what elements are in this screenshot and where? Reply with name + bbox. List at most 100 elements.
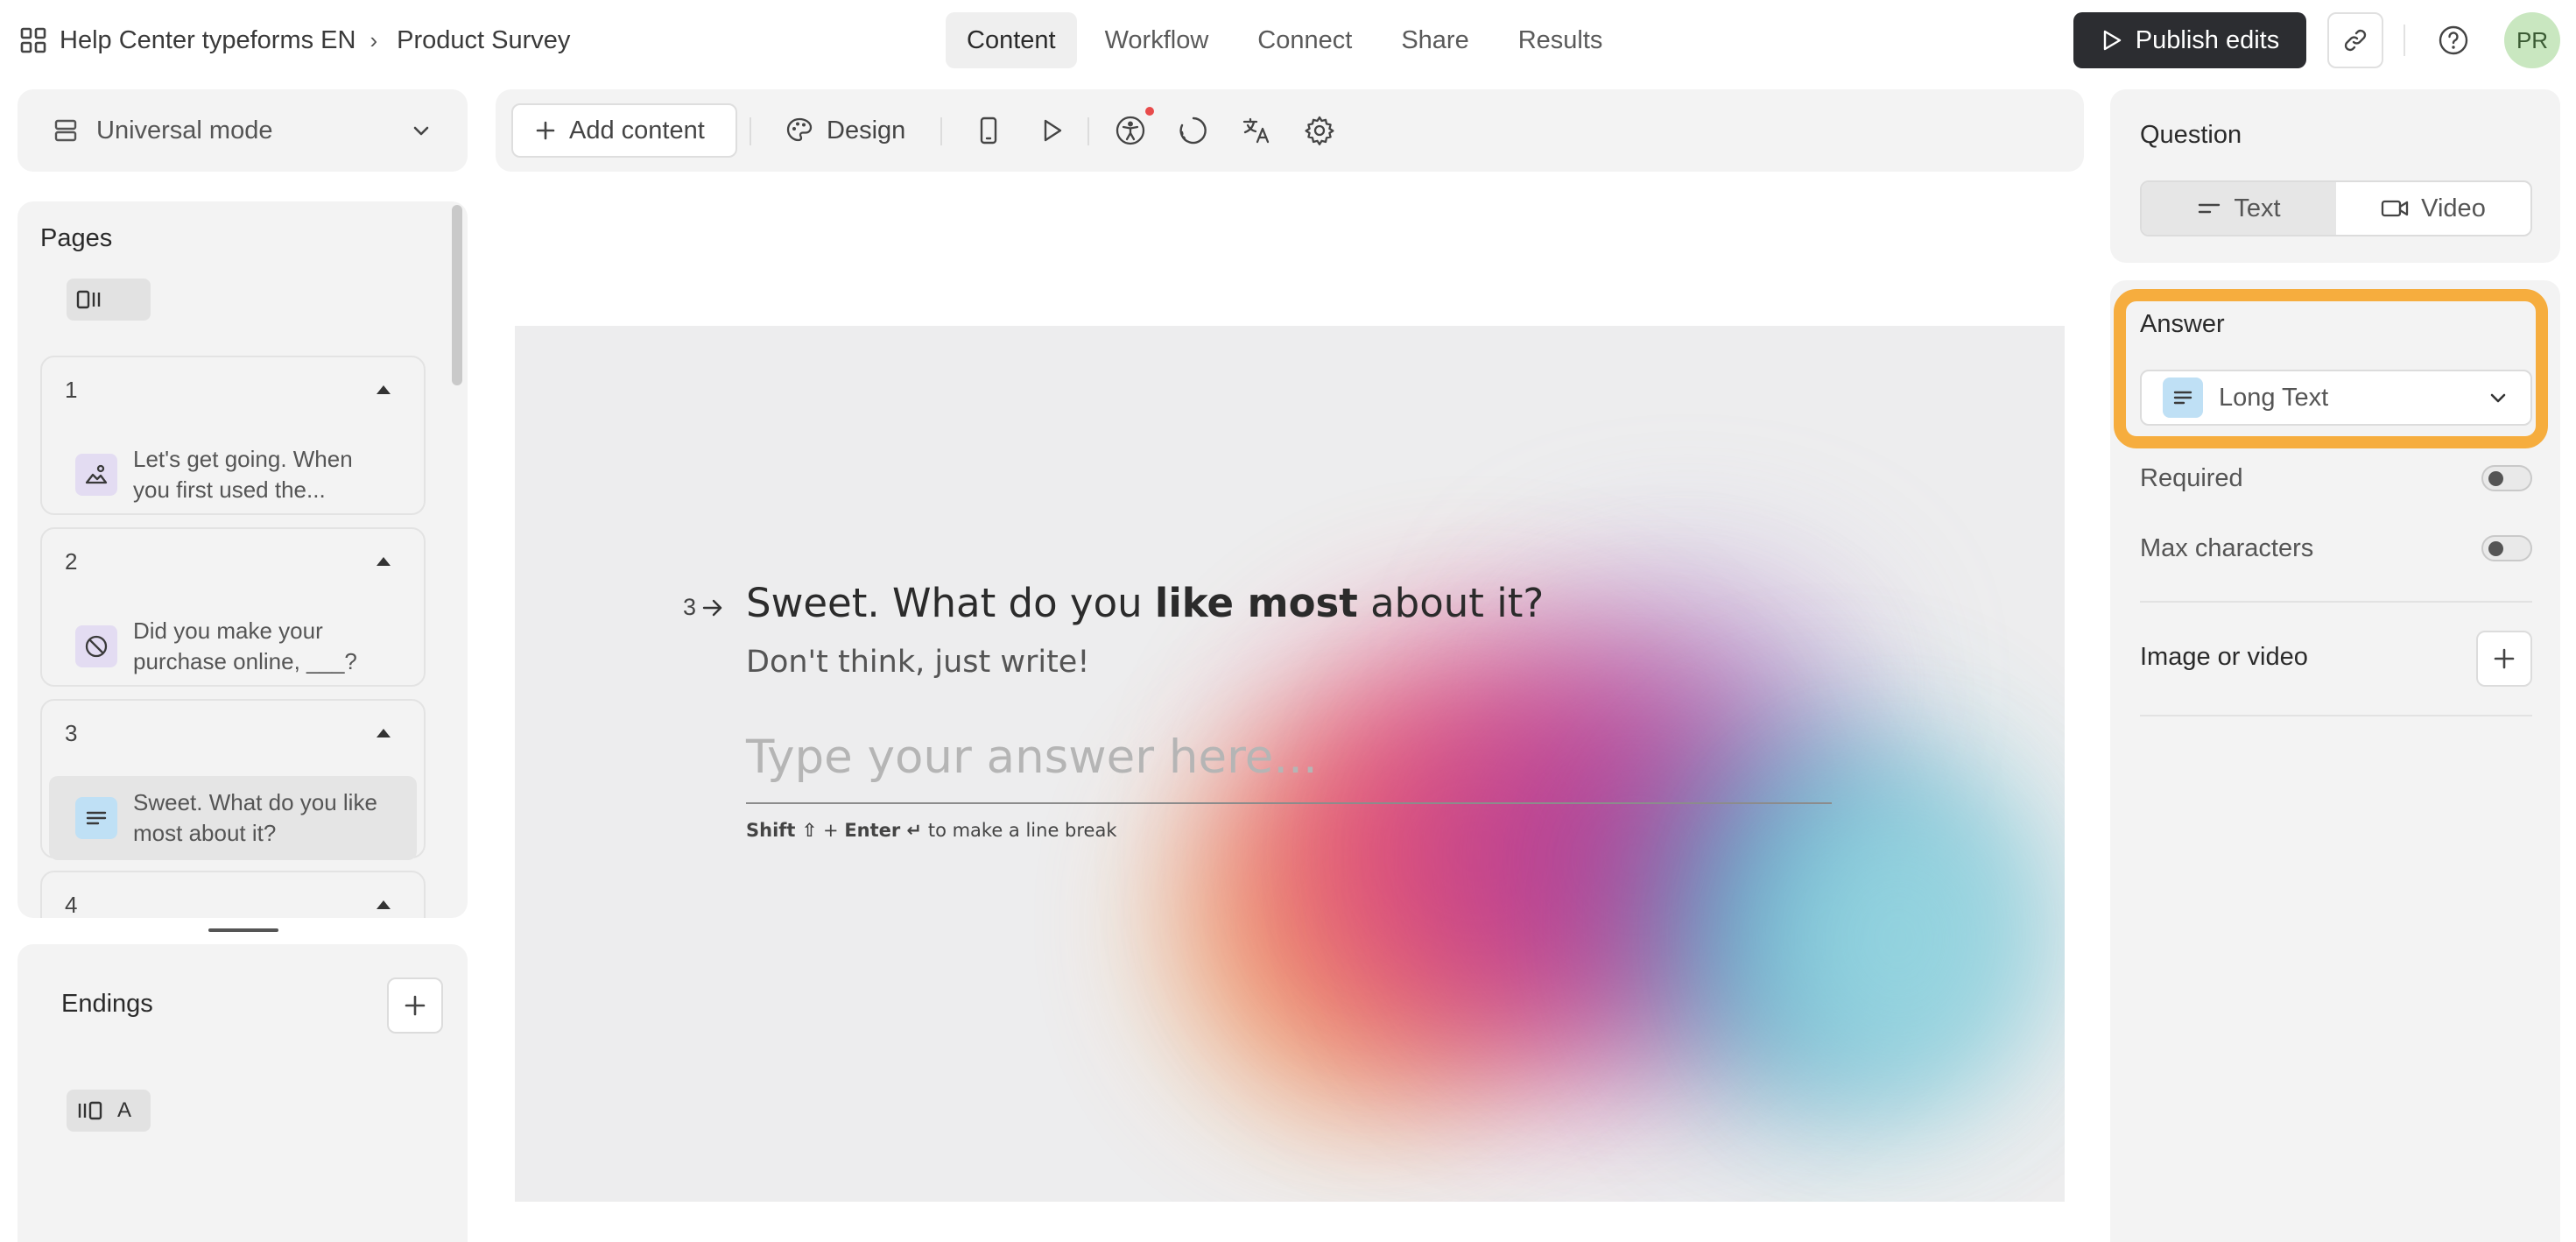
no-entry-icon [75,625,117,667]
text-lines-icon [2197,200,2221,217]
answer-type-select[interactable]: Long Text [2140,370,2532,426]
add-ending-button[interactable] [387,977,443,1034]
settings-icon[interactable] [1303,114,1336,147]
video-option[interactable]: Video [2336,182,2530,235]
tab-content[interactable]: Content [946,12,1077,68]
divider [2404,25,2405,56]
video-icon [2381,198,2409,219]
mobile-preview-icon[interactable] [972,114,1005,147]
add-media-button[interactable] [2476,631,2532,687]
question-description[interactable]: Don't think, just write! [746,645,1089,680]
scrollbar[interactable] [452,205,462,385]
question-item[interactable]: Sweet. What do you like most about it? [49,776,417,860]
layout-icon [53,117,79,144]
divider [750,117,751,145]
plus-icon [534,119,557,142]
help-icon [2438,25,2469,56]
copy-link-button[interactable] [2327,12,2383,68]
tab-connect[interactable]: Connect [1236,12,1373,68]
page-card[interactable]: 2 Did you make your purchase online, ___… [40,527,426,687]
endings-view-toggle[interactable]: A [67,1090,151,1132]
plus-icon [403,993,427,1018]
top-bar: Help Center typeforms EN › Product Surve… [0,0,2576,81]
palette-icon [785,116,814,145]
pages-title: Pages [40,224,113,252]
collapse-caret-icon[interactable] [377,557,391,566]
breadcrumb: Help Center typeforms EN › Product Surve… [19,21,570,60]
question-text: Sweet. What do you like most about it? [133,789,377,846]
ending-label: A [117,1098,132,1122]
gradient-blob [1758,781,2038,1097]
plus-icon [2492,646,2516,671]
answer-textarea[interactable]: Type your answer here... [746,730,1832,804]
toggle-knob [2488,541,2503,556]
divider [2140,715,2532,716]
add-content-label: Add content [569,116,705,145]
help-button[interactable] [2436,23,2471,58]
tab-share[interactable]: Share [1380,12,1489,68]
endings-panel: Endings A [18,944,468,1242]
mode-selector[interactable]: Universal mode [18,89,468,172]
link-icon [2342,27,2368,53]
mode-label: Universal mode [96,116,273,145]
tab-results[interactable]: Results [1497,12,1624,68]
divider [1087,117,1089,145]
arrow-right-icon [701,598,724,617]
divider [2140,601,2532,603]
pages-panel: Pages 1 Let's get going. When you first … [18,201,468,918]
endings-title: Endings [61,990,153,1018]
avatar[interactable]: PR [2504,12,2560,68]
design-button[interactable]: Design [785,103,905,158]
pages-view-toggle[interactable] [67,279,151,321]
tab-workflow[interactable]: Workflow [1084,12,1230,68]
question-item[interactable]: Let's get going. When you first used the… [49,433,417,517]
panel-resize-handle[interactable] [208,928,278,932]
translate-icon[interactable] [1240,114,1273,147]
max-characters-toggle[interactable] [2481,535,2532,561]
page-card[interactable]: 1 Let's get going. When you first used t… [40,356,426,515]
question-label: Question [2140,121,2242,149]
main-tabs: Content Workflow Connect Share Results [946,12,1623,68]
columns-icon [75,287,105,312]
play-icon[interactable] [1035,114,1068,147]
add-content-button[interactable]: Add content [511,103,737,158]
collapse-caret-icon[interactable] [377,729,391,737]
publish-edits-button[interactable]: Publish edits [2073,12,2306,68]
image-or-video-label: Image or video [2140,643,2308,671]
chevron-down-icon [410,119,433,142]
notification-dot [1145,107,1154,116]
text-option-label: Text [2234,194,2281,222]
collapse-caret-icon[interactable] [377,900,391,909]
accessibility-icon[interactable] [1114,114,1147,147]
question-type-toggle: Text Video [2140,180,2532,236]
required-label: Required [2140,464,2243,492]
answer-type-label: Long Text [2219,383,2329,412]
chevron-down-icon [2487,386,2509,409]
image-icon [75,454,117,496]
long-text-icon [2163,378,2203,418]
question-item[interactable]: Did you make your purchase online, ___? [49,604,417,688]
question-title[interactable]: Sweet. What do you like most about it? [746,580,1544,626]
required-toggle[interactable] [2481,465,2532,491]
page-number: 3 [65,720,78,746]
page-card[interactable]: 4 [40,871,426,918]
grid-icon[interactable] [19,26,47,54]
form-preview-canvas: 3 Sweet. What do you like most about it?… [515,326,2065,1202]
publish-edits-label: Publish edits [2135,25,2280,54]
columns-icon [75,1098,105,1123]
text-option[interactable]: Text [2142,182,2336,235]
collapse-caret-icon[interactable] [377,385,391,394]
question-number: 3 [683,594,724,621]
long-text-icon [75,797,117,839]
page-number: 1 [65,377,78,403]
form-title[interactable]: Product Survey [397,26,570,55]
divider [940,117,942,145]
question-text: Did you make your purchase online, ___? [133,617,357,674]
workspace-link[interactable]: Help Center typeforms EN [60,26,355,55]
loading-icon[interactable] [1177,114,1210,147]
page-number: 4 [65,892,78,918]
max-characters-label: Max characters [2140,534,2314,562]
toggle-knob [2488,471,2503,486]
page-card[interactable]: 3 Sweet. What do you like most about it? [40,699,426,860]
answer-label: Answer [2140,310,2225,338]
